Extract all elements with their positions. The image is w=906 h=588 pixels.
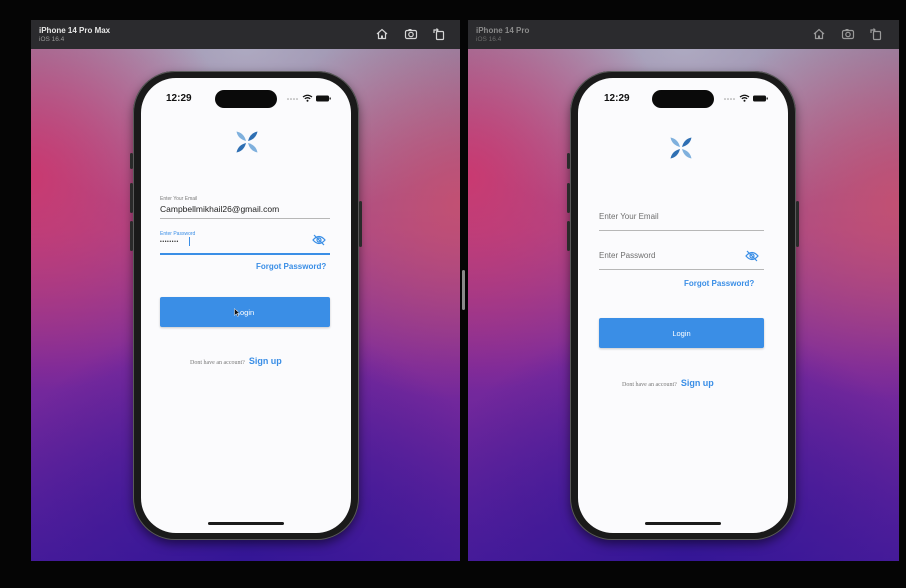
- login-button[interactable]: Login: [160, 297, 330, 327]
- login-button[interactable]: Login: [599, 318, 764, 348]
- status-time: 12:29: [166, 93, 192, 104]
- email-field-label: Enter Your Email: [160, 196, 198, 202]
- status-icons: [286, 94, 334, 102]
- mouse-pointer: [234, 308, 240, 317]
- email-field-underline: [160, 218, 330, 219]
- home-indicator[interactable]: [208, 522, 284, 525]
- password-field-label: Enter Password: [160, 231, 196, 237]
- signup-question: Dont have an account?: [622, 382, 677, 388]
- dynamic-island: [652, 90, 714, 108]
- device-os: iOS 16.4: [476, 36, 502, 43]
- password-field[interactable]: Enter Password: [599, 251, 655, 260]
- split-divider-handle[interactable]: [462, 270, 465, 310]
- device-name: iPhone 14 Pro Max: [39, 26, 111, 35]
- app-logo: [234, 129, 260, 155]
- app-screen: 12:29 Enter Your Email Enter Password Fo…: [578, 78, 788, 533]
- email-field[interactable]: Enter Your Email: [599, 212, 659, 221]
- simulator-titlebar: iPhone 14 Pro Max iOS 16.4: [31, 20, 460, 49]
- app-screen: 12:29 Enter Your Email Campbellmikhail26…: [141, 78, 351, 533]
- signup-row: Dont have an account? Sign up: [190, 351, 282, 369]
- password-field[interactable]: ••••••••: [160, 239, 179, 245]
- forgot-password-link[interactable]: Forgot Password?: [684, 279, 754, 288]
- simulator-titlebar: iPhone 14 Pro iOS 16.4: [468, 20, 899, 49]
- email-field-underline: [599, 230, 764, 231]
- home-icon[interactable]: [374, 26, 390, 42]
- rotate-icon[interactable]: [868, 26, 884, 42]
- home-icon[interactable]: [811, 26, 827, 42]
- email-field[interactable]: Campbellmikhail26@gmail.com: [160, 204, 279, 214]
- status-icons: [723, 94, 771, 102]
- status-time: 12:29: [604, 93, 630, 104]
- screenshot-icon[interactable]: [403, 26, 419, 42]
- device-os: iOS 16.4: [39, 36, 65, 43]
- eye-slash-icon[interactable]: [745, 250, 759, 262]
- signup-row: Dont have an account? Sign up: [622, 373, 714, 391]
- forgot-password-link[interactable]: Forgot Password?: [256, 262, 326, 271]
- dynamic-island: [215, 90, 277, 108]
- phone-frame: 12:29 Enter Your Email Campbellmikhail26…: [130, 71, 362, 540]
- phone-frame: 12:29 Enter Your Email Enter Password Fo…: [567, 71, 799, 540]
- password-field-underline: [160, 253, 330, 255]
- screenshot-icon[interactable]: [840, 26, 856, 42]
- simulator-iphone-14-pro-max: iPhone 14 Pro Max iOS 16.4 12:29 Enter Y…: [31, 20, 460, 561]
- signup-link[interactable]: Sign up: [681, 378, 714, 388]
- signup-link[interactable]: Sign up: [249, 356, 282, 366]
- app-logo: [668, 135, 694, 161]
- password-field-underline: [599, 269, 764, 270]
- simulator-iphone-14-pro: iPhone 14 Pro iOS 16.4 12:29 Enter Your …: [468, 20, 899, 561]
- device-name: iPhone 14 Pro: [476, 26, 530, 35]
- text-caret: [189, 237, 190, 246]
- eye-slash-icon[interactable]: [312, 234, 326, 246]
- rotate-icon[interactable]: [431, 26, 447, 42]
- home-indicator[interactable]: [645, 522, 721, 525]
- signup-question: Dont have an account?: [190, 360, 245, 366]
